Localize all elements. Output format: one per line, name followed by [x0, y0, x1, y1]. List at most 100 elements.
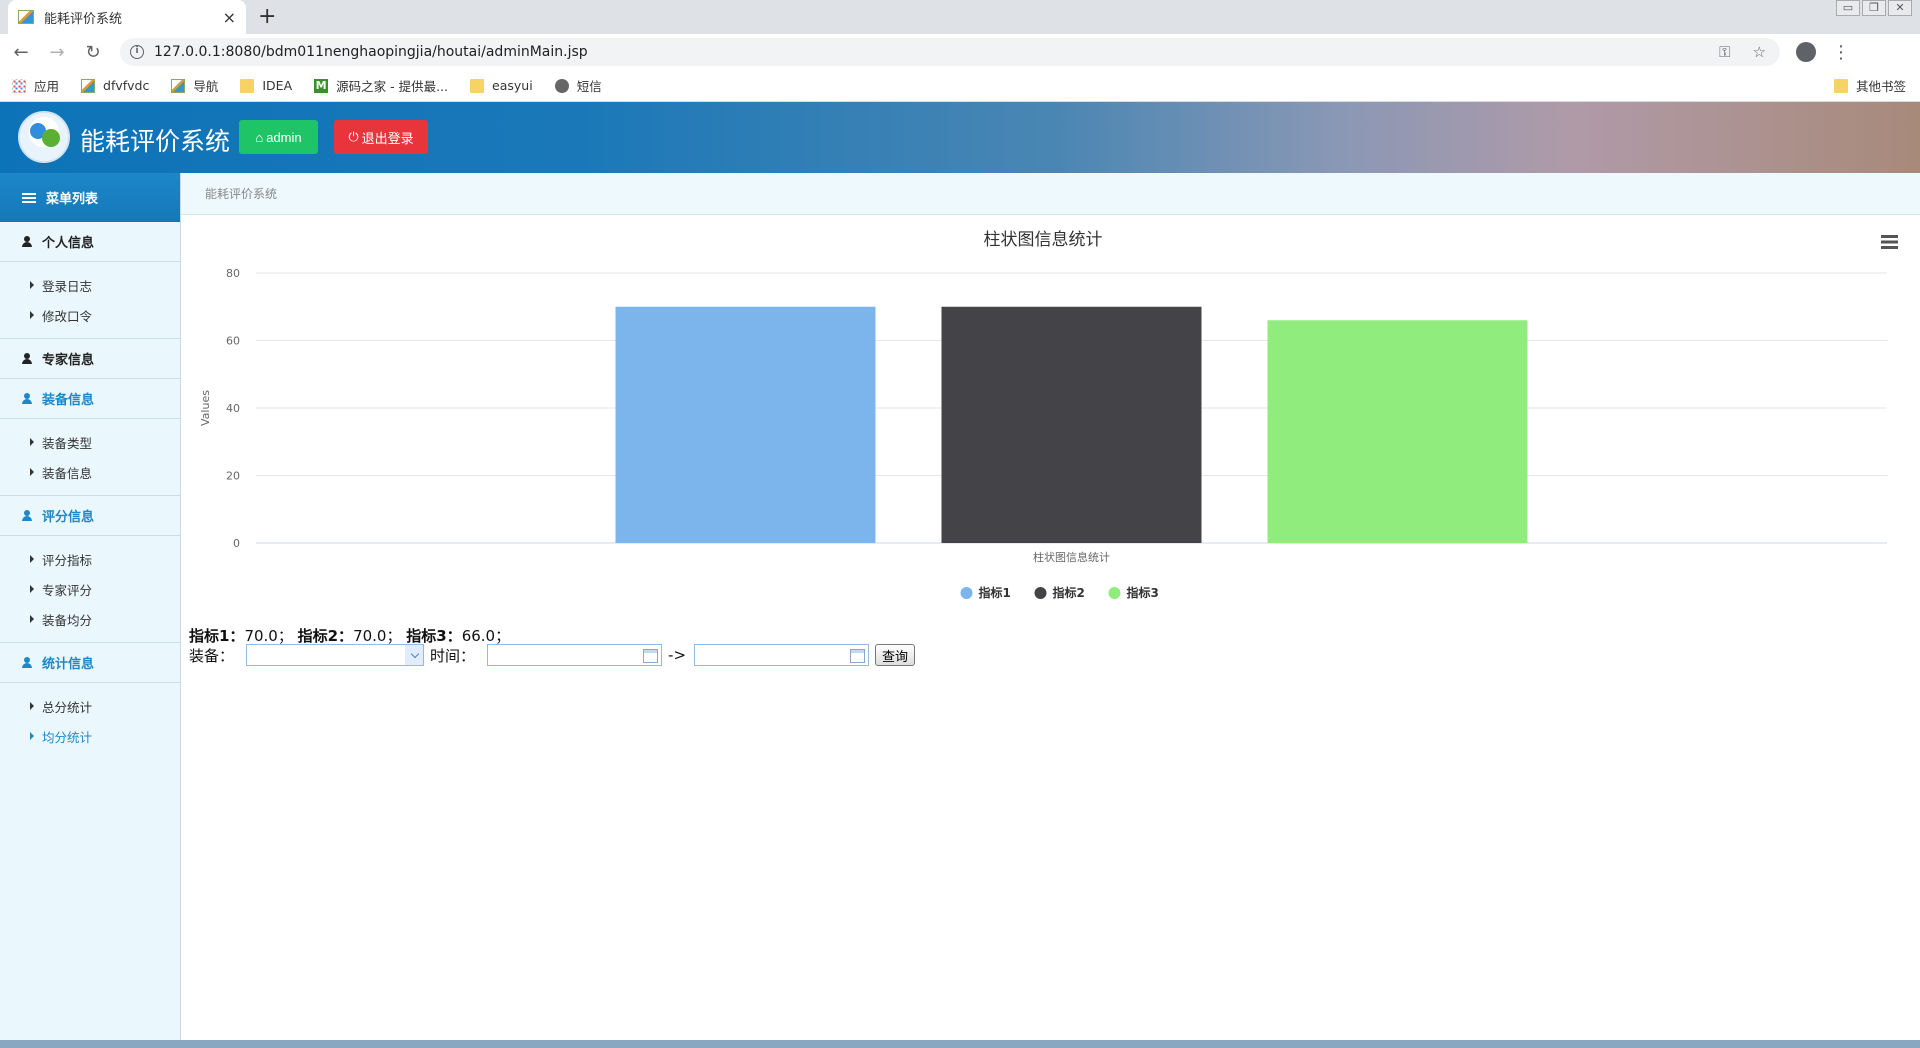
list-icon	[22, 192, 36, 203]
sidebar-item-equipment-average[interactable]: 装备均分	[0, 604, 180, 634]
power-icon: ⏻	[348, 129, 359, 144]
reload-icon[interactable]: ↻	[78, 42, 108, 63]
forward-arrow-icon[interactable]: →	[42, 42, 72, 63]
summary-key: 指标1：	[189, 627, 245, 645]
chart-bar	[941, 306, 1202, 543]
sidebar-item-expert-score[interactable]: 专家评分	[0, 574, 180, 604]
back-arrow-icon[interactable]: ←	[6, 42, 36, 63]
y-tick-label: 20	[226, 470, 240, 483]
item-label: 装备均分	[42, 612, 93, 628]
m-logo-icon: M	[314, 78, 329, 93]
sidebar-title: 菜单列表	[46, 192, 99, 207]
group-label: 评分信息	[42, 510, 95, 525]
sidebar-group-experts[interactable]: 专家信息	[0, 339, 180, 379]
browser-menu-icon[interactable]: ⋮	[1832, 42, 1850, 63]
sidebar-item-average-stats[interactable]: 均分统计	[0, 721, 180, 751]
bookmark-item[interactable]: IDEA	[240, 78, 292, 93]
query-button[interactable]: 查询	[875, 644, 916, 666]
account-icon[interactable]	[1796, 42, 1816, 62]
caret-right-icon	[30, 702, 34, 710]
restore-icon[interactable]: ❐	[1862, 0, 1886, 16]
summary-line: 指标1：70.0； 指标2：70.0； 指标3：66.0；	[189, 625, 510, 646]
page-favicon-icon	[18, 10, 34, 24]
home-icon: ⌂	[255, 129, 264, 145]
summary-value: 70.0；	[353, 627, 402, 645]
item-label: 均分统计	[42, 729, 93, 745]
star-icon[interactable]: ☆	[1753, 43, 1766, 61]
other-bookmarks[interactable]: 其他书签	[1833, 76, 1906, 95]
close-window-icon[interactable]: ✕	[1888, 0, 1912, 16]
url-text: 127.0.0.1:8080/bdm011nenghaopingjia/hout…	[154, 44, 588, 60]
x-axis-label: 柱状图信息统计	[1033, 550, 1110, 564]
address-toolbar: ← → ↻ i 127.0.0.1:8080/bdm011nenghaoping…	[0, 34, 1920, 70]
bookmark-item[interactable]: M 源码之家 - 提供最...	[314, 76, 448, 95]
start-date-input[interactable]	[487, 644, 663, 666]
caret-right-icon	[30, 555, 34, 563]
bookmark-item[interactable]: 导航	[171, 76, 218, 95]
user-icon	[22, 510, 32, 521]
y-tick-label: 0	[233, 537, 240, 550]
y-tick-label: 60	[226, 335, 240, 348]
browser-tabbar: 能耗评价系统 × + ▭ ❐ ✕	[0, 0, 1920, 34]
sidebar-item-change-password[interactable]: 修改口令	[0, 300, 180, 330]
url-bar[interactable]: i 127.0.0.1:8080/bdm011nenghaopingjia/ho…	[120, 38, 1780, 66]
sidebar-group-scoring[interactable]: 评分信息	[0, 496, 180, 536]
sidebar-group-statistics[interactable]: 统计信息	[0, 643, 180, 683]
legend-label: 指标3	[1127, 585, 1159, 600]
site-info-icon[interactable]: i	[130, 45, 144, 59]
minimize-icon[interactable]: ▭	[1836, 0, 1860, 16]
bookmark-item[interactable]: easyui	[470, 78, 533, 93]
item-label: 总分统计	[42, 699, 93, 715]
legend-marker	[1108, 587, 1121, 599]
sidebar: 菜单列表 个人信息 登录日志 修改口令 专家信息 装备信息 装备类型 装备信息 …	[0, 173, 181, 1040]
sidebar-item-equipment-type[interactable]: 装备类型	[0, 427, 180, 457]
bookmark-item[interactable]: 短信	[554, 76, 602, 95]
os-taskbar	[0, 1040, 1920, 1048]
item-label: 装备类型	[42, 435, 93, 451]
group-label: 装备信息	[42, 393, 95, 408]
item-label: 评分指标	[42, 552, 93, 568]
bookmarks-bar: 应用 dfvfvdc 导航 IDEA M 源码之家 - 提供最... easyui…	[0, 70, 1920, 102]
key-icon[interactable]: ⚿	[1719, 43, 1730, 61]
app-header: 能耗评价系统 ⌂ admin ⏻ 退出登录	[0, 102, 1920, 173]
sidebar-item-total-stats[interactable]: 总分统计	[0, 691, 180, 721]
logout-label: 退出登录	[361, 130, 414, 146]
caret-right-icon	[30, 311, 34, 319]
new-tab-button[interactable]: +	[258, 4, 276, 29]
sidebar-header: 菜单列表	[0, 173, 180, 222]
breadcrumb: 能耗评价系统	[181, 173, 1920, 215]
item-label: 装备信息	[42, 465, 93, 481]
admin-button[interactable]: ⌂ admin	[239, 120, 318, 154]
caret-right-icon	[30, 438, 34, 446]
bookmark-label: IDEA	[262, 78, 293, 93]
bookmark-label: 应用	[34, 79, 60, 94]
system-title: 能耗评价系统	[80, 127, 231, 156]
caret-right-icon	[30, 281, 34, 289]
sidebar-group-personal[interactable]: 个人信息	[0, 222, 180, 262]
equipment-label: 装备：	[189, 646, 235, 665]
item-label: 修改口令	[42, 308, 93, 324]
sidebar-item-score-index[interactable]: 评分指标	[0, 544, 180, 574]
sidebar-item-login-log[interactable]: 登录日志	[0, 270, 180, 300]
legend-label: 指标2	[1053, 585, 1085, 600]
sidebar-submenu: 装备类型 装备信息	[0, 419, 180, 496]
chart-bar	[1267, 320, 1528, 543]
sidebar-item-equipment-info[interactable]: 装备信息	[0, 457, 180, 487]
chart-menu-icon[interactable]	[1881, 235, 1898, 249]
tab-close-icon[interactable]: ×	[223, 8, 236, 27]
bookmark-item[interactable]: dfvfvdc	[81, 78, 149, 93]
item-label: 登录日志	[42, 278, 93, 294]
sidebar-group-equipment[interactable]: 装备信息	[0, 379, 180, 419]
logout-button[interactable]: ⏻ 退出登录	[334, 120, 428, 154]
bookmark-apps[interactable]: 应用	[12, 76, 59, 95]
users-logo-icon	[18, 111, 70, 163]
summary-key: 指标3：	[406, 627, 462, 645]
browser-tab[interactable]: 能耗评价系统 ×	[8, 0, 246, 34]
equipment-select[interactable]	[246, 644, 425, 666]
end-date-input[interactable]	[694, 644, 870, 666]
user-icon	[22, 353, 32, 364]
sidebar-submenu: 登录日志 修改口令	[0, 262, 180, 339]
caret-right-icon	[30, 468, 34, 476]
user-icon	[22, 657, 32, 668]
time-label: 时间：	[430, 646, 476, 665]
